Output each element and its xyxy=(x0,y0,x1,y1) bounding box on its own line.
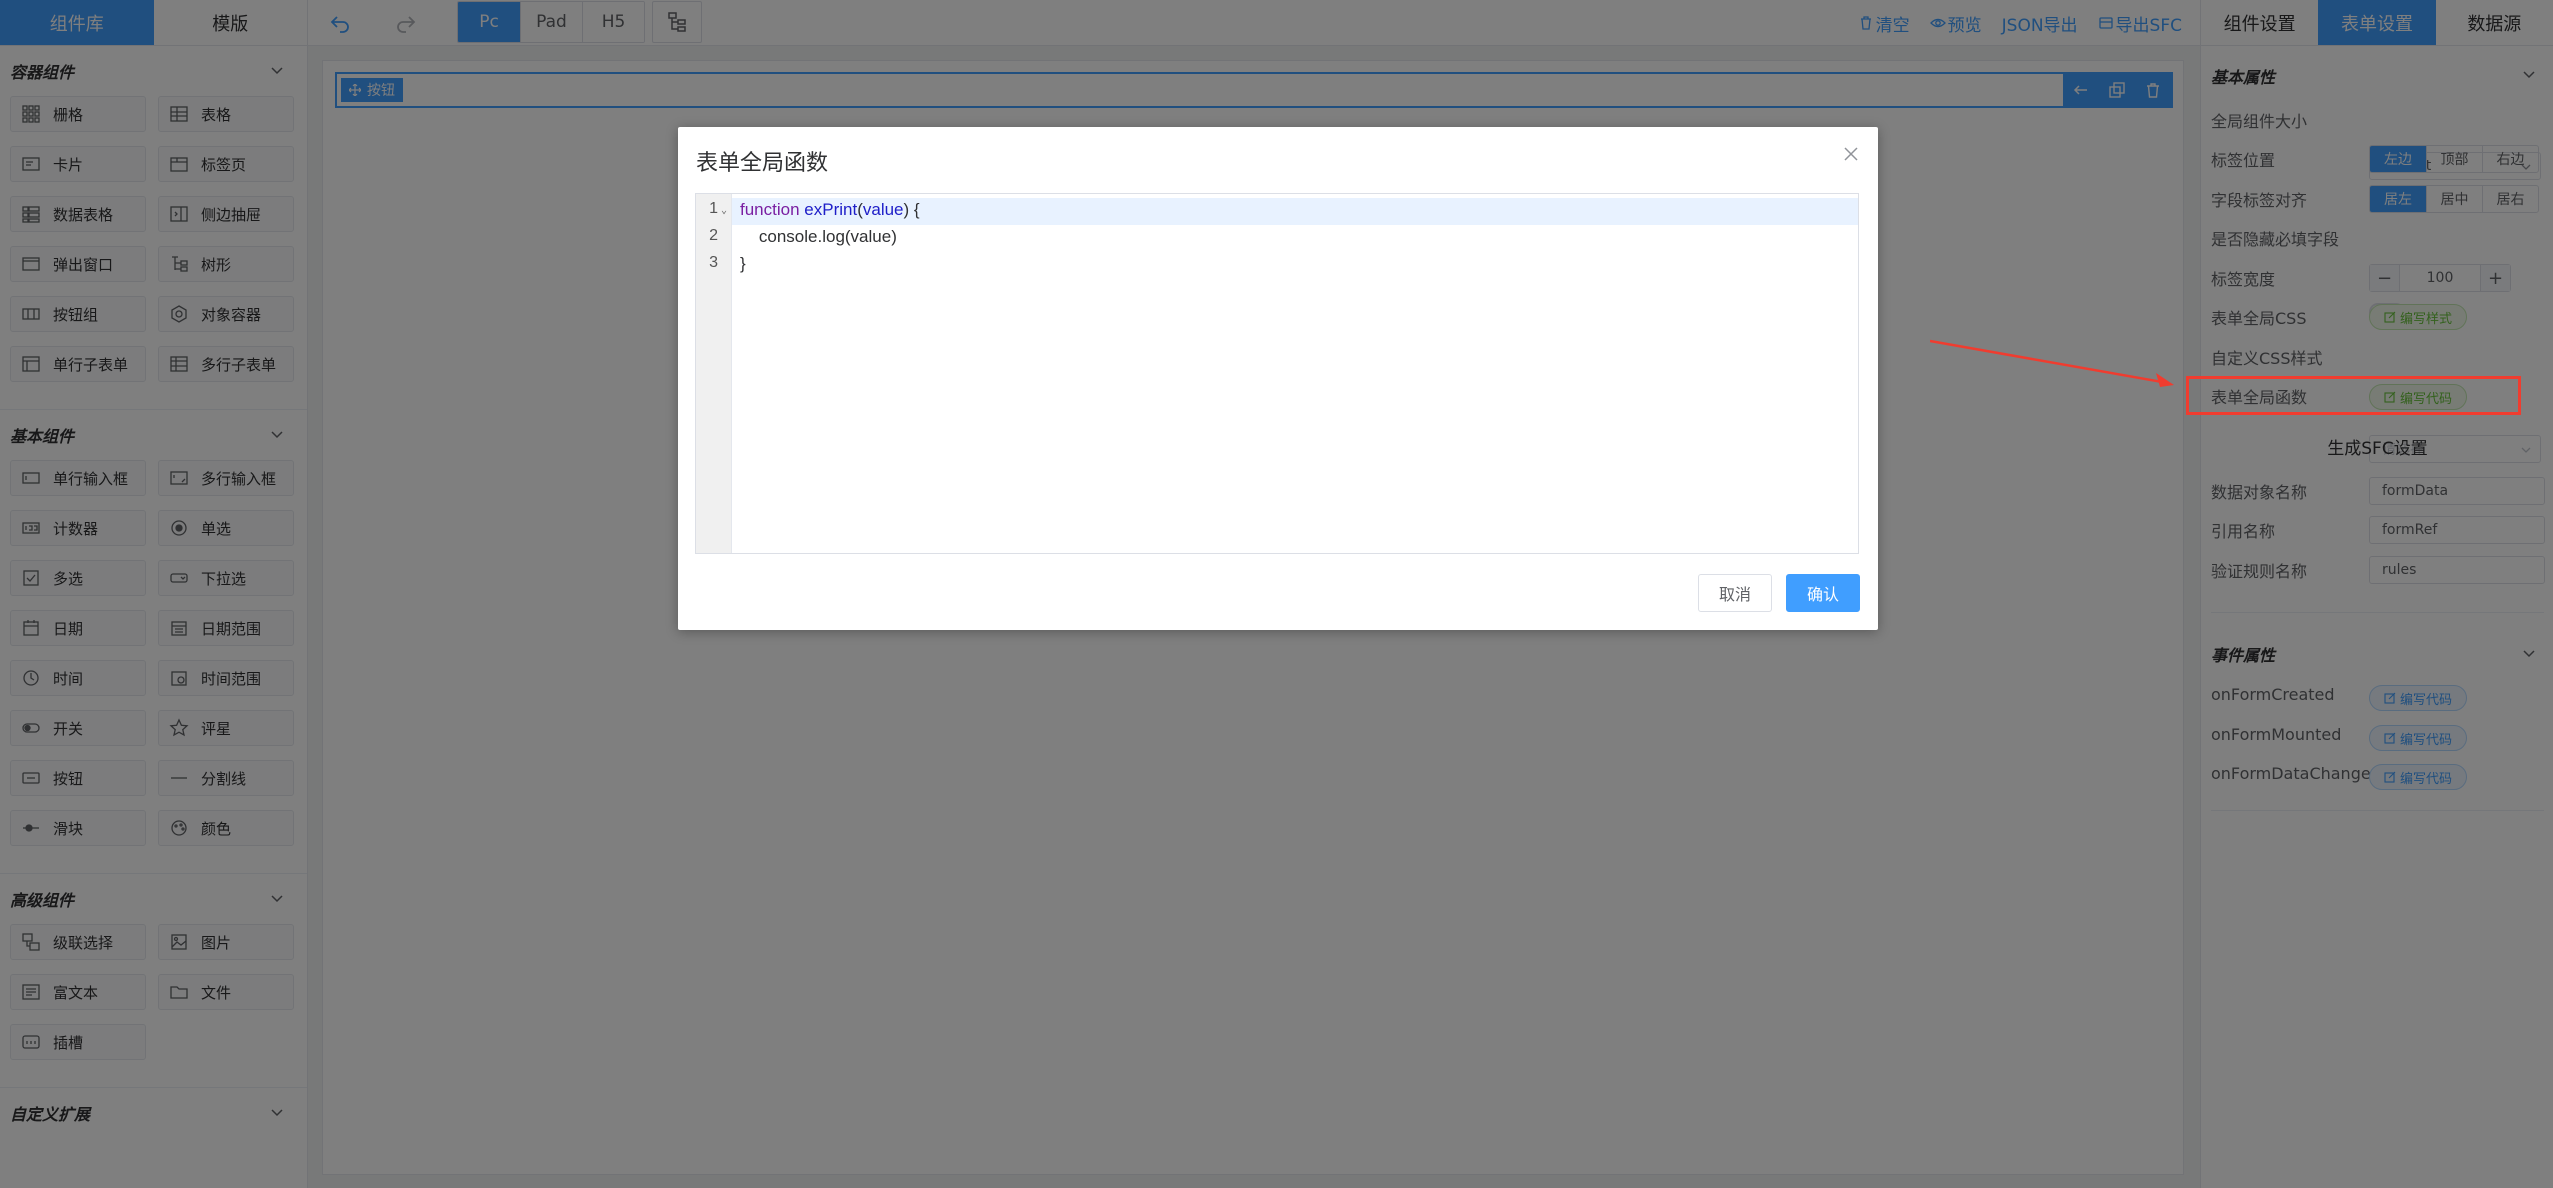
editor-gutter: 1 ⌄ 2 3 xyxy=(696,194,732,553)
code-line-3: } xyxy=(740,254,746,273)
code-function-name: exPrint xyxy=(804,200,858,219)
code-paren-close: ) { xyxy=(903,200,920,219)
annotation-arrow-icon xyxy=(1930,339,2174,387)
dialog-title: 表单全局函数 xyxy=(696,151,829,176)
code-param: value xyxy=(862,200,904,219)
confirm-button[interactable]: 确认 xyxy=(1785,574,1860,612)
annotation-highlight-box xyxy=(2186,376,2521,415)
code-keyword: function xyxy=(740,200,800,219)
fold-arrow-icon[interactable]: ⌄ xyxy=(721,205,727,216)
dialog-footer: 取消 确认 xyxy=(1697,574,1860,612)
line-number: 1 xyxy=(709,200,718,217)
code-line-1: function exPrint(value) { xyxy=(740,200,920,220)
global-function-dialog: 表单全局函数 1 ⌄ 2 3 function exPrint(value) {… xyxy=(678,127,1878,630)
line-number: 3 xyxy=(709,254,718,271)
code-editor[interactable]: 1 ⌄ 2 3 function exPrint(value) { consol… xyxy=(695,193,1859,554)
code-line-2: console.log(value) xyxy=(740,227,897,246)
cancel-button[interactable]: 取消 xyxy=(1697,574,1772,612)
line-number: 2 xyxy=(709,227,718,244)
close-icon[interactable] xyxy=(1842,145,1860,163)
